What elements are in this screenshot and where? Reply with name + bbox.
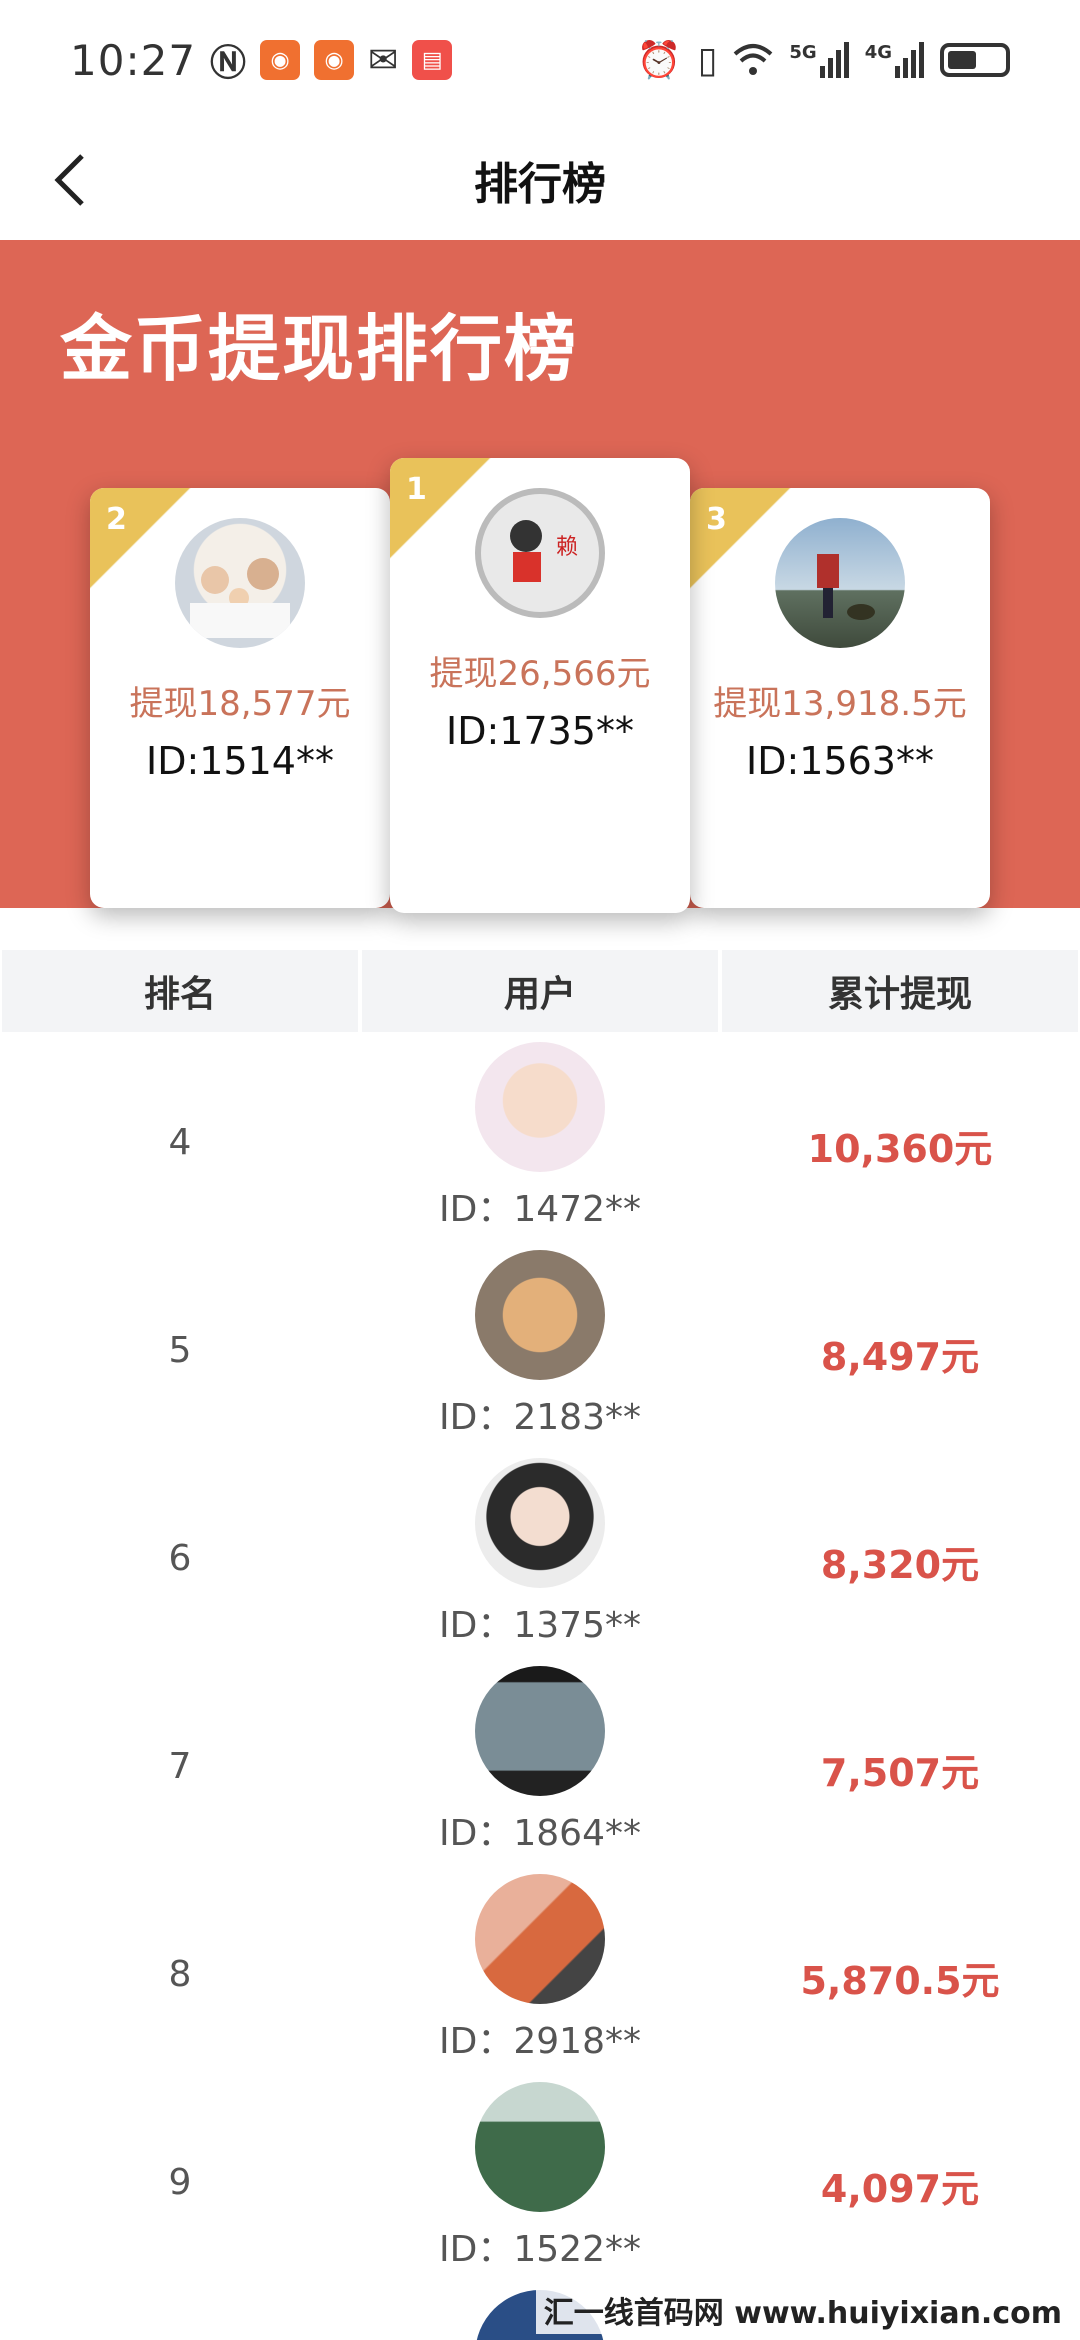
rank-cell: 5 — [168, 1330, 192, 1371]
podium-card-rank-1[interactable]: 1 赖 提现26,566元 ID:1735** — [390, 458, 690, 913]
table-row[interactable]: 7 ID：1864** 7,507元 — [0, 1664, 1080, 1872]
wechat-icon: ✉ — [368, 39, 399, 81]
table-row[interactable]: 5 ID：2183** 8,497元 — [0, 1248, 1080, 1456]
app-icon: ▤ — [412, 40, 453, 80]
column-header-rank: 排名 — [2, 950, 358, 1032]
5g-signal-icon: 5G — [789, 42, 849, 78]
ranking-list: 4 ID：1472** 10,360元 5 ID：2183** 8,497元 6… — [0, 1040, 1080, 2340]
rank-cell: 9 — [168, 2162, 192, 2203]
rank-number: 2 — [106, 502, 127, 537]
avatar — [475, 1250, 605, 1380]
user-id: ID：1522** — [439, 2229, 641, 2270]
table-header: 排名 用户 累计提现 — [0, 950, 1080, 1032]
table-row[interactable]: 4 ID：1472** 10,360元 — [0, 1040, 1080, 1248]
avatar — [475, 1874, 605, 2004]
column-header-total: 累计提现 — [722, 950, 1078, 1032]
wifi-icon — [734, 44, 773, 75]
chevron-left-icon — [54, 154, 84, 206]
user-id: ID:1735** — [446, 709, 634, 753]
nav-bar: 排行榜 — [0, 120, 1080, 240]
withdraw-total: 5,870.5元 — [800, 1959, 1000, 2003]
user-id: ID：2918** — [439, 2021, 641, 2062]
rank-number: 3 — [706, 502, 727, 537]
rank-cell: 6 — [168, 1538, 192, 1579]
avatar — [475, 1458, 605, 1588]
podium-card-rank-3[interactable]: 3 提现13,918.5元 ID:1563** — [690, 488, 990, 908]
withdraw-total: 7,507元 — [820, 1751, 980, 1795]
user-id: ID:1514** — [146, 739, 334, 783]
battery-icon — [940, 43, 1010, 77]
withdraw-amount: 提现18,577元 — [129, 684, 351, 724]
user-id: ID：1375** — [439, 1605, 641, 1646]
leaderboard-title: 金币提现排行榜 — [60, 307, 579, 391]
withdraw-total: 8,497元 — [820, 1335, 980, 1379]
rank-cell: 8 — [168, 1954, 192, 1995]
table-row[interactable]: 6 ID：1375** 8,320元 — [0, 1456, 1080, 1664]
user-id: ID:1563** — [746, 739, 934, 783]
avatar — [475, 1666, 605, 1796]
status-time: 10:27 — [70, 35, 197, 85]
podium-card-rank-2[interactable]: 2 提现18,577元 ID:1514** — [90, 488, 390, 908]
svg-text:赖: 赖 — [556, 535, 578, 560]
rank-cell: 7 — [168, 1746, 192, 1787]
alarm-icon: ⏰ — [636, 40, 682, 81]
user-id: ID：1472** — [439, 1189, 641, 1230]
table-row[interactable]: 9 ID：1522** 4,097元 — [0, 2080, 1080, 2288]
app-icon: ◉ — [260, 40, 301, 80]
rank-cell: 4 — [168, 1122, 192, 1163]
nfc-icon: Ⓝ — [210, 43, 247, 84]
avatar — [475, 1042, 605, 1172]
table-row[interactable]: 8 ID：2918** 5,870.5元 — [0, 1872, 1080, 2080]
watermark: 汇一线首码网 www.huiyixian.com — [535, 2286, 1070, 2334]
withdraw-total: 4,097元 — [820, 2167, 980, 2211]
withdraw-amount: 提现26,566元 — [429, 654, 651, 694]
vibrate-icon: ▯ — [697, 39, 718, 81]
back-button[interactable] — [30, 140, 110, 220]
withdraw-total: 10,360元 — [807, 1127, 993, 1171]
avatar — [475, 2082, 605, 2212]
column-header-user: 用户 — [362, 950, 718, 1032]
withdraw-total: 8,320元 — [820, 1543, 980, 1587]
rank-number: 1 — [406, 472, 427, 507]
4g-signal-icon: 4G — [865, 42, 924, 78]
status-bar: 10:27 Ⓝ ◉ ◉ ✉ ▤ ⏰ ▯ 5G 4G — [0, 0, 1080, 120]
page-title: 排行榜 — [474, 159, 606, 210]
app-icon: ◉ — [314, 40, 355, 80]
user-id: ID：2183** — [439, 1397, 641, 1438]
withdraw-amount: 提现13,918.5元 — [713, 684, 967, 724]
user-id: ID：1864** — [439, 1813, 641, 1854]
